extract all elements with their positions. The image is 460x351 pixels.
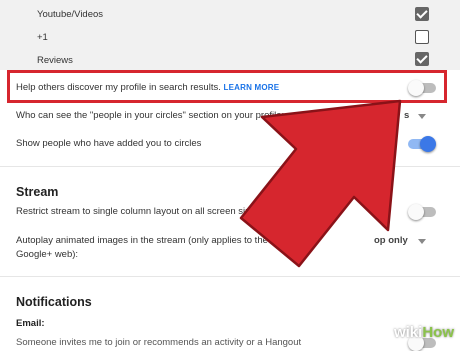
notifications-heading: Notifications	[16, 295, 92, 309]
settings-page: Youtube/Videos +1 Reviews Help others di…	[0, 0, 460, 351]
autoplay-value[interactable]: op only	[374, 235, 408, 247]
youtube-checkbox[interactable]	[415, 7, 429, 21]
section-divider	[0, 166, 460, 167]
show-people-toggle[interactable]	[408, 136, 436, 152]
circles-visibility-value[interactable]: Yo	[358, 110, 369, 122]
watermark-wiki: wiki	[393, 324, 423, 341]
toggle-knob	[420, 136, 436, 152]
wikihow-watermark: wikiHow	[394, 324, 454, 341]
chevron-down-icon[interactable]	[418, 239, 426, 244]
notification-item-label: Someone invites me to join or recommends…	[16, 337, 302, 348]
search-discover-row: Help others discover my profile in searc…	[16, 82, 279, 94]
watermark-how: How	[422, 324, 454, 341]
search-discover-label: Help others discover my profile in searc…	[16, 82, 221, 93]
chevron-down-icon[interactable]	[418, 114, 426, 119]
list-item-youtube-label: Youtube/Videos	[37, 9, 104, 20]
single-column-label: Restrict stream to single column layout …	[16, 206, 260, 217]
reviews-checkbox[interactable]	[415, 52, 429, 66]
toggle-knob	[408, 204, 424, 220]
plus1-checkbox[interactable]	[415, 30, 429, 44]
show-people-label: Show people who have added you to circle…	[16, 138, 202, 149]
stream-heading: Stream	[16, 185, 59, 199]
learn-more-link[interactable]: LEARN MORE	[224, 83, 280, 92]
search-discover-toggle[interactable]	[408, 80, 436, 96]
circles-visibility-label: Who can see the "people in your circles"…	[16, 110, 285, 121]
section-divider	[0, 276, 460, 277]
circles-visibility-value-suffix: s	[404, 110, 410, 121]
toggle-knob	[408, 80, 424, 96]
autoplay-label-line1: Autoplay animated images in the stream (…	[16, 235, 268, 246]
autoplay-label-line2: Google+ web):	[16, 249, 79, 260]
list-item-reviews-label: Reviews	[37, 55, 73, 66]
single-column-toggle[interactable]	[408, 204, 436, 220]
list-item-plus1-label: +1	[37, 32, 48, 43]
email-label: Email:	[16, 318, 45, 329]
